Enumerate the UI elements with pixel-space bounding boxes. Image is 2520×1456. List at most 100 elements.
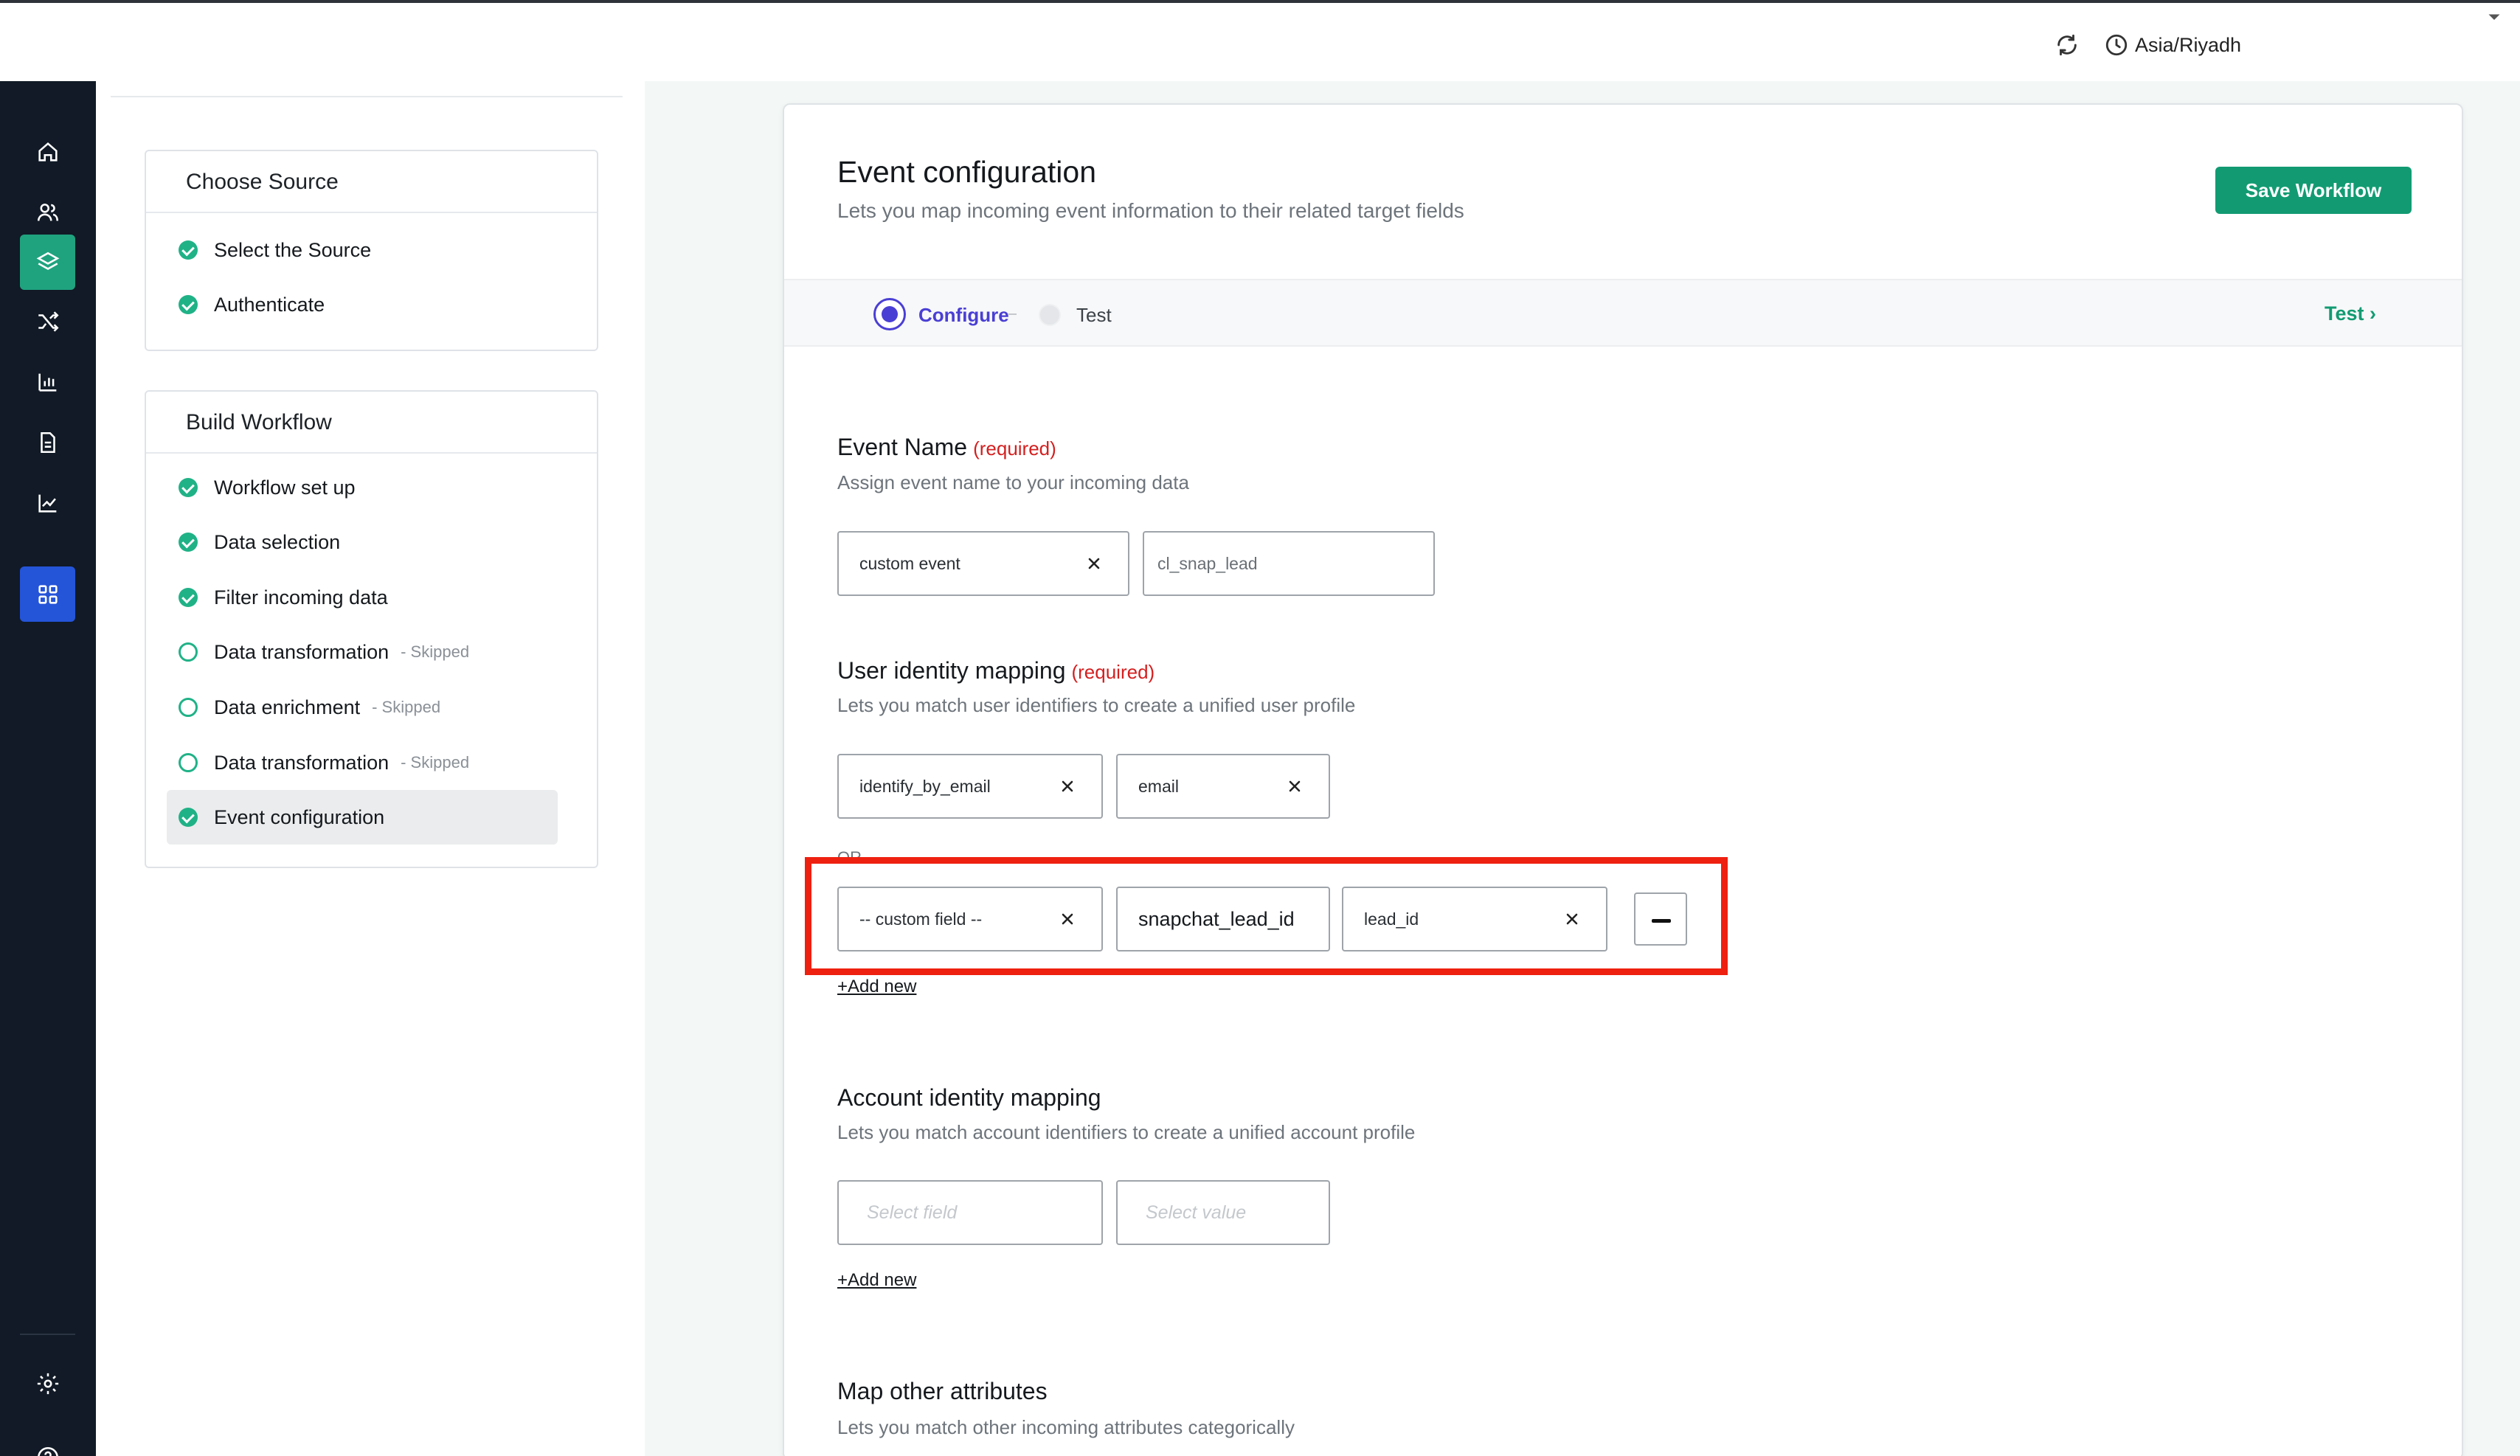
- nav-users[interactable]: [20, 184, 75, 240]
- nav-documents[interactable]: [20, 415, 75, 470]
- step-label: Data selection: [214, 530, 341, 553]
- custom-field-name-input[interactable]: snapchat_lead_id: [1116, 887, 1330, 951]
- step-data-transformation-1[interactable]: Data transformation - Skipped: [167, 630, 469, 674]
- configure-radio[interactable]: [873, 298, 906, 330]
- help-icon: [37, 1446, 58, 1456]
- skipped-note: - Skipped: [401, 642, 470, 661]
- panel-divider: [111, 96, 623, 97]
- refresh-icon[interactable]: [2055, 32, 2080, 58]
- test-link[interactable]: Test ›: [2325, 302, 2376, 325]
- step-data-transformation-2[interactable]: Data transformation - Skipped: [167, 741, 469, 785]
- check-circle-icon: [179, 808, 198, 827]
- select-value: lead_id: [1364, 909, 1419, 929]
- step-select-source[interactable]: Select the Source: [167, 228, 371, 272]
- nav-analytics[interactable]: [20, 475, 75, 530]
- test-radio[interactable]: [1039, 304, 1061, 326]
- event-name-subtitle: Assign event name to your incoming data: [837, 471, 1189, 493]
- icon-rail: [0, 81, 96, 1456]
- select-value: identify_by_email: [859, 776, 991, 796]
- or-separator: OR: [837, 848, 862, 867]
- configure-step-label[interactable]: Configure: [918, 304, 1009, 327]
- close-icon[interactable]: [1286, 777, 1304, 795]
- nav-apps[interactable]: [20, 566, 75, 622]
- step-label: Authenticate: [214, 293, 325, 316]
- shuffle-icon: [38, 311, 59, 332]
- chevron-down-icon[interactable]: [2488, 13, 2501, 22]
- page-title: Event configuration: [837, 155, 1097, 189]
- rail-divider: [20, 1334, 75, 1335]
- nav-flows[interactable]: [20, 294, 75, 349]
- check-circle-icon: [179, 588, 198, 607]
- page-subtitle: Lets you map incoming event information …: [837, 199, 1464, 222]
- skipped-note: - Skipped: [372, 698, 441, 716]
- select-value: custom event: [859, 553, 960, 573]
- close-icon[interactable]: [1563, 910, 1581, 928]
- custom-field-select[interactable]: -- custom field --: [837, 887, 1103, 951]
- step-filter-incoming[interactable]: Filter incoming data: [167, 575, 388, 620]
- step-label: Select the Source: [214, 238, 372, 261]
- placeholder-text: Select field: [867, 1202, 958, 1223]
- step-workflow-setup[interactable]: Workflow set up: [167, 465, 356, 510]
- identity-value-select[interactable]: email: [1116, 754, 1330, 819]
- account-field-select[interactable]: Select field: [837, 1180, 1103, 1245]
- stepper-connector: [1008, 313, 1017, 315]
- save-workflow-button[interactable]: Save Workflow: [2215, 167, 2412, 214]
- input-value: snapchat_lead_id: [1138, 907, 1295, 930]
- top-bar: Asia/Riyadh: [0, 0, 2520, 81]
- user-identity-heading: User identity mapping (required): [837, 657, 1155, 684]
- step-data-selection[interactable]: Data selection: [167, 520, 340, 564]
- select-value: email: [1138, 776, 1179, 796]
- step-event-configuration[interactable]: Event configuration: [167, 790, 558, 845]
- step-label: Event configuration: [214, 805, 385, 828]
- custom-value-select[interactable]: lead_id: [1342, 887, 1607, 951]
- section-title: Account identity mapping: [837, 1084, 1101, 1111]
- config-stepper: Configure Test Test ›: [784, 279, 2462, 347]
- event-configuration-card: Event configuration Lets you map incomin…: [783, 103, 2463, 1456]
- document-icon: [40, 431, 55, 453]
- step-label: Data transformation: [214, 640, 390, 663]
- nav-settings[interactable]: [20, 1356, 75, 1411]
- gear-icon: [37, 1373, 58, 1394]
- add-new-account-link[interactable]: +Add new: [837, 1270, 916, 1291]
- other-attributes-subtitle: Lets you match other incoming attributes…: [837, 1416, 1295, 1438]
- remove-row-button[interactable]: [1634, 892, 1687, 946]
- step-label: Workflow set up: [214, 476, 356, 499]
- add-new-identity-link[interactable]: +Add new: [837, 977, 916, 997]
- check-circle-icon: [179, 240, 198, 260]
- step-label: Filter incoming data: [214, 586, 388, 609]
- steps-panel: Choose Source Select the Source Authenti…: [96, 81, 645, 1456]
- account-value-select[interactable]: Select value: [1116, 1180, 1330, 1245]
- nav-layers[interactable]: [20, 235, 75, 290]
- close-icon[interactable]: [1059, 910, 1076, 928]
- section-title: Map other attributes: [837, 1378, 1048, 1404]
- check-circle-icon: [179, 533, 198, 552]
- check-circle-icon: [179, 478, 198, 497]
- build-workflow-card: Build Workflow Workflow set up Data sele…: [145, 390, 598, 868]
- nav-help[interactable]: [20, 1429, 75, 1456]
- close-icon[interactable]: [1059, 777, 1076, 795]
- step-authenticate[interactable]: Authenticate: [167, 282, 325, 327]
- clock-icon: [2105, 34, 2128, 56]
- apps-grid-icon: [38, 584, 58, 604]
- required-tag: (required): [1071, 661, 1155, 683]
- event-name-input[interactable]: cl_snap_lead: [1143, 531, 1435, 596]
- timezone-label[interactable]: Asia/Riyadh: [2135, 31, 2241, 59]
- identity-field-select[interactable]: identify_by_email: [837, 754, 1103, 819]
- nav-home[interactable]: [20, 124, 75, 179]
- close-icon[interactable]: [1085, 555, 1103, 572]
- event-type-select[interactable]: custom event: [837, 531, 1129, 596]
- home-icon: [38, 142, 58, 162]
- check-circle-icon: [179, 295, 198, 314]
- empty-circle-icon: [179, 698, 198, 717]
- step-label: Data transformation: [214, 751, 390, 774]
- other-attributes-heading: Map other attributes: [837, 1378, 1048, 1405]
- step-data-enrichment[interactable]: Data enrichment - Skipped: [167, 685, 440, 729]
- users-icon: [37, 203, 58, 221]
- test-step-label[interactable]: Test: [1076, 304, 1112, 327]
- nav-reports[interactable]: [20, 354, 75, 409]
- card-title: Choose Source: [146, 151, 597, 213]
- account-identity-subtitle: Lets you match account identifiers to cr…: [837, 1121, 1416, 1143]
- layers-icon: [36, 252, 59, 270]
- select-value: -- custom field --: [859, 909, 983, 929]
- skipped-note: - Skipped: [401, 753, 470, 772]
